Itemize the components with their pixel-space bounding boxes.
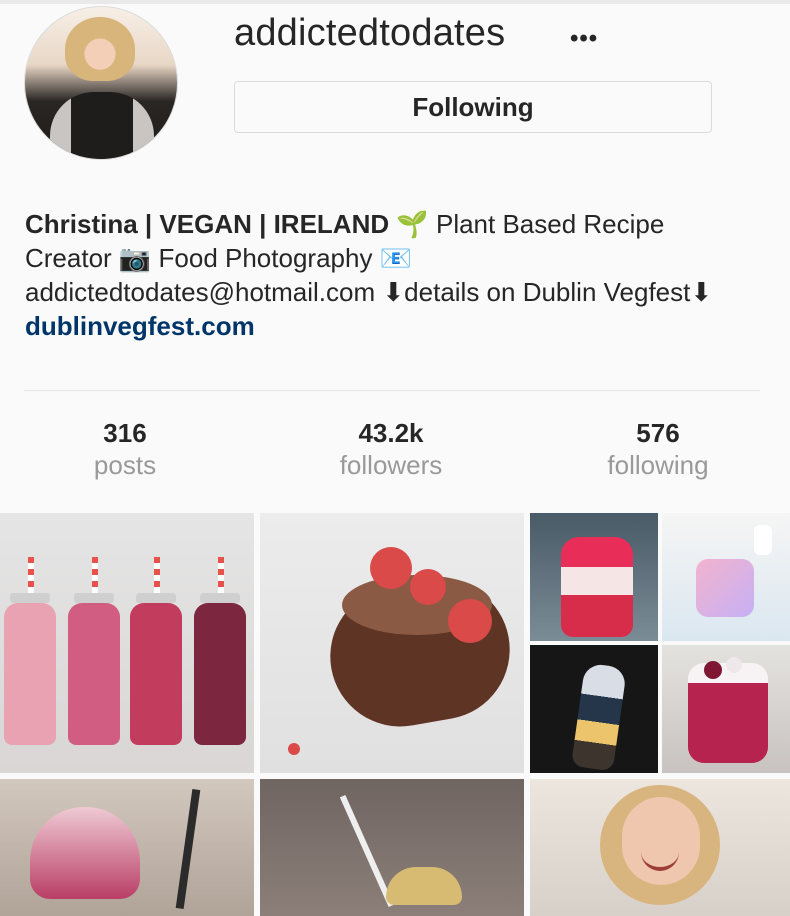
more-icon[interactable]: ••• <box>570 25 598 53</box>
finger-icon <box>754 525 772 555</box>
following-button[interactable]: Following <box>234 81 712 133</box>
avatar[interactable] <box>24 6 178 160</box>
berry-icon <box>704 661 722 679</box>
avatar-hair <box>65 17 135 81</box>
profile-photo[interactable] <box>530 779 790 916</box>
followers-label: followers <box>339 450 443 480</box>
strawberry-icon <box>448 599 492 643</box>
stats-divider <box>24 390 760 391</box>
strawberry-icon <box>370 547 412 589</box>
posts-count: 316 <box>103 418 147 448</box>
following-stat[interactable]: 576 following <box>563 418 753 482</box>
strawberry-icon <box>410 569 446 605</box>
bottle-icon <box>194 603 246 745</box>
following-label: following <box>607 450 709 480</box>
pink-dessert-photo[interactable] <box>0 779 254 916</box>
following-count: 576 <box>636 418 680 448</box>
mail-icon: 📧 <box>379 243 413 273</box>
cap-icon <box>136 593 176 603</box>
bio-text-2: Food Photography <box>151 243 380 273</box>
straw-icon <box>154 557 160 595</box>
bio-text-4: details on Dublin Vegfest <box>404 277 691 307</box>
profile-bio: Christina | VEGAN | IRELAND 🌱 Plant Base… <box>25 207 745 343</box>
bio-link[interactable]: dublinvegfest.com <box>25 311 255 341</box>
dessert-icon <box>30 807 140 899</box>
cap-icon <box>10 593 50 603</box>
dessert-icon <box>386 867 462 905</box>
seedling-icon: 🌱 <box>396 209 429 239</box>
glass-icon <box>688 663 768 763</box>
berry-crumb-icon <box>288 743 300 755</box>
chocolate-cake-photo[interactable] <box>260 513 524 773</box>
popsicle-icon <box>570 662 628 772</box>
cap-icon <box>200 593 240 603</box>
camera-icon: 📷 <box>118 243 152 273</box>
straw-icon <box>92 557 98 595</box>
posts-stat[interactable]: 316 posts <box>30 418 220 482</box>
top-rule <box>0 0 790 4</box>
face-icon <box>622 797 700 885</box>
cap-icon <box>74 593 114 603</box>
bottle-icon <box>68 603 120 745</box>
down-arrow-icon: ⬇ <box>690 277 713 307</box>
bio-name: Christina | VEGAN | IRELAND <box>25 209 390 239</box>
photo-grid <box>0 513 790 916</box>
ice-pop-icon <box>696 559 754 617</box>
smoothie-bottles-photo[interactable] <box>0 513 254 773</box>
straw-icon <box>218 557 224 595</box>
coconut-icon <box>726 657 742 673</box>
spoon-icon <box>175 789 201 909</box>
straw-icon <box>28 557 34 595</box>
jar-icon <box>561 537 633 637</box>
avatar-shirt <box>50 92 154 159</box>
pink-jar-photo[interactable] <box>530 513 658 641</box>
down-arrow-icon: ⬇ <box>382 277 405 307</box>
dark-dessert-photo[interactable] <box>260 779 524 916</box>
bottle-icon <box>4 603 56 745</box>
berry-glass-photo[interactable] <box>662 645 790 773</box>
followers-count: 43.2k <box>358 418 424 448</box>
profile-username: addictedtodates <box>234 12 506 54</box>
popsicle-photo[interactable] <box>530 645 658 773</box>
ice-pops-photo[interactable] <box>662 513 790 641</box>
bottle-icon <box>130 603 182 745</box>
bio-text-3: addictedtodates@hotmail.com <box>25 277 383 307</box>
followers-stat[interactable]: 43.2k followers <box>296 418 486 482</box>
posts-label: posts <box>93 450 157 480</box>
